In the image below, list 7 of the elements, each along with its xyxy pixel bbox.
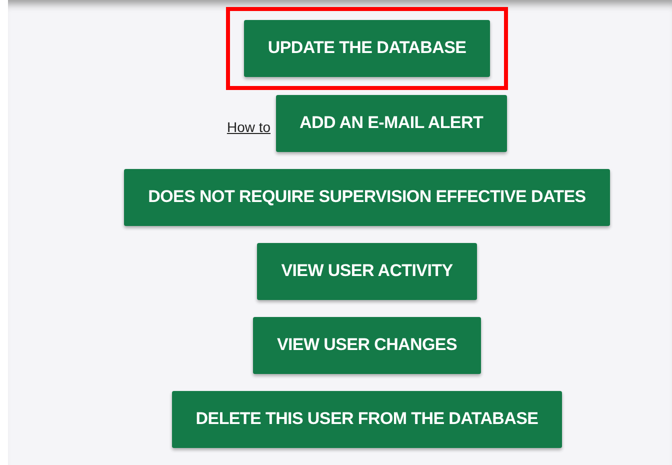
- action-button[interactable]: UPDATE THE DATABASE: [244, 20, 490, 76]
- action-button[interactable]: VIEW USER ACTIVITY: [257, 242, 477, 300]
- how-to-link[interactable]: How to: [226, 119, 271, 135]
- action-button[interactable]: DOES NOT REQUIRE SUPERVISION EFFECTIVE DATES: [124, 168, 610, 226]
- action-button[interactable]: DELETE THIS USER FROM THE DATABASE: [172, 390, 562, 448]
- action-button[interactable]: VIEW USER CHANGES: [252, 316, 482, 374]
- action-button[interactable]: ADD AN E-MAIL ALERT: [276, 94, 508, 152]
